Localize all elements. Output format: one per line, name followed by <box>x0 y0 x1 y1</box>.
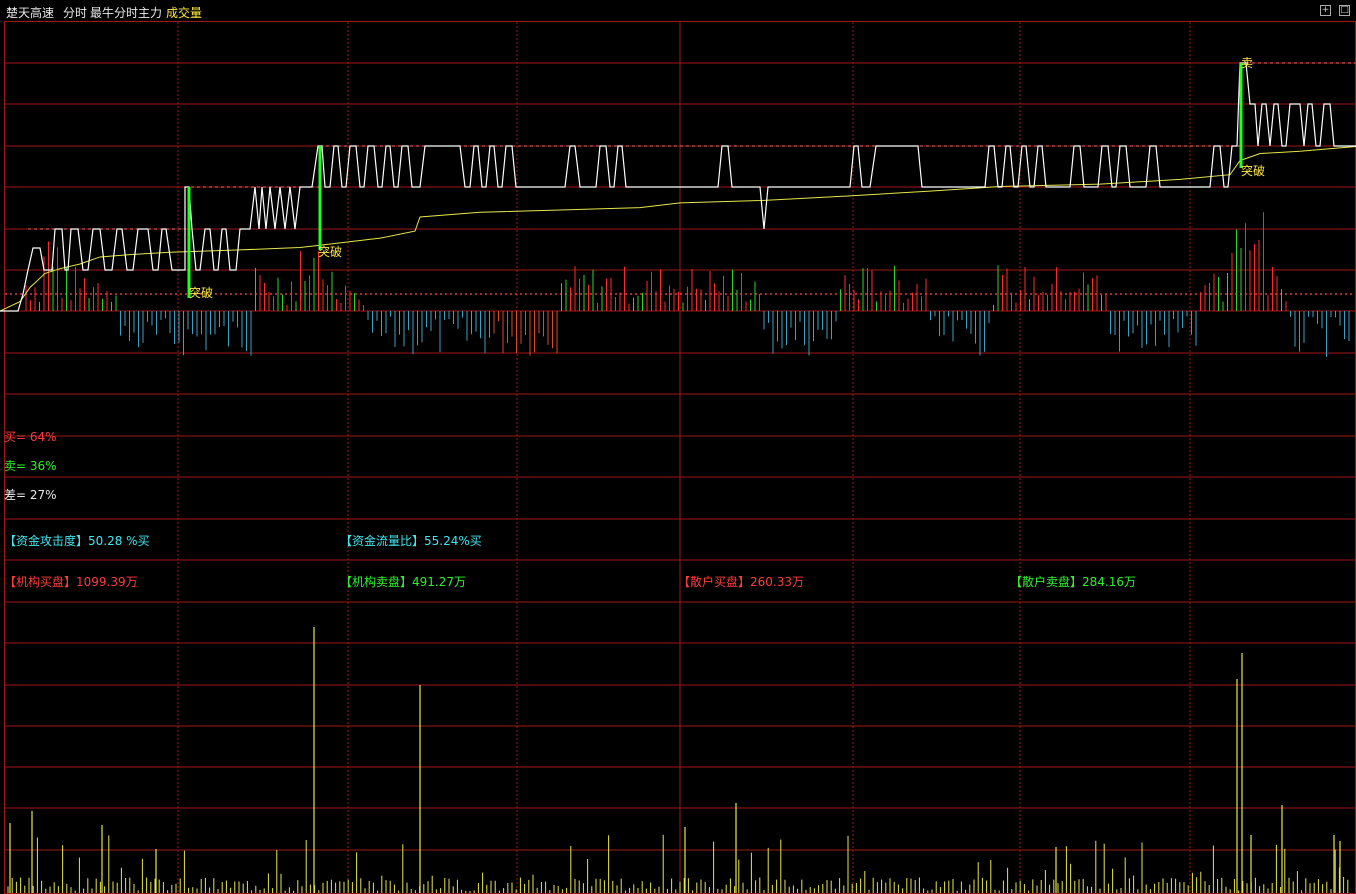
sell-ratio: 卖= 36% <box>4 459 57 473</box>
retail-sell-label: 【散户卖盘】 <box>1010 575 1083 589</box>
retail-buy-metric: 【散户买盘】260.33万 <box>678 573 804 590</box>
flow-label: 【资金流量比】 <box>340 534 425 548</box>
stock-name[interactable]: 楚天高速 <box>6 4 54 21</box>
retail-buy-label: 【散户买盘】 <box>678 575 751 589</box>
inst-buy-label: 【机构买盘】 <box>4 575 77 589</box>
flow-metric: 【资金流量比】55.24%买 <box>340 532 482 549</box>
title-bar: 楚天高速 分时 最牛分时主力 成交量 + □ <box>0 0 1356 22</box>
inst-sell-label: 【机构卖盘】 <box>340 575 413 589</box>
flow-value: 55.24%买 <box>424 534 482 548</box>
volume-label[interactable]: 成交量 <box>166 4 202 21</box>
intraday-chart: 突破突破卖突破 <box>0 21 1356 894</box>
maximize-icon[interactable]: □ <box>1339 5 1350 16</box>
indicator-name[interactable]: 最牛分时主力 <box>90 4 162 21</box>
signal-label: 突破 <box>1241 163 1265 178</box>
signal-label: 突破 <box>318 244 342 259</box>
retail-sell-value: 284.16万 <box>1082 575 1137 589</box>
inst-buy-value: 1099.39万 <box>76 575 138 589</box>
restore-icon[interactable]: + <box>1320 5 1331 16</box>
attack-label: 【资金攻击度】 <box>4 534 89 548</box>
attack-metric: 【资金攻击度】50.28 %买 <box>4 532 150 549</box>
retail-sell-metric: 【散户卖盘】284.16万 <box>1010 573 1136 590</box>
signal-label: 卖 <box>1241 56 1253 70</box>
inst-sell-value: 491.27万 <box>412 575 467 589</box>
signal-label: 突破 <box>189 285 213 300</box>
buy-ratio: 买= 64% <box>4 430 57 444</box>
retail-buy-value: 260.33万 <box>750 575 805 589</box>
mode-tab[interactable]: 分时 <box>63 4 87 21</box>
inst-sell-metric: 【机构卖盘】491.27万 <box>340 573 466 590</box>
attack-value: 50.28 %买 <box>88 534 150 548</box>
diff-ratio: 差= 27% <box>4 488 57 502</box>
inst-buy-metric: 【机构买盘】1099.39万 <box>4 573 138 590</box>
